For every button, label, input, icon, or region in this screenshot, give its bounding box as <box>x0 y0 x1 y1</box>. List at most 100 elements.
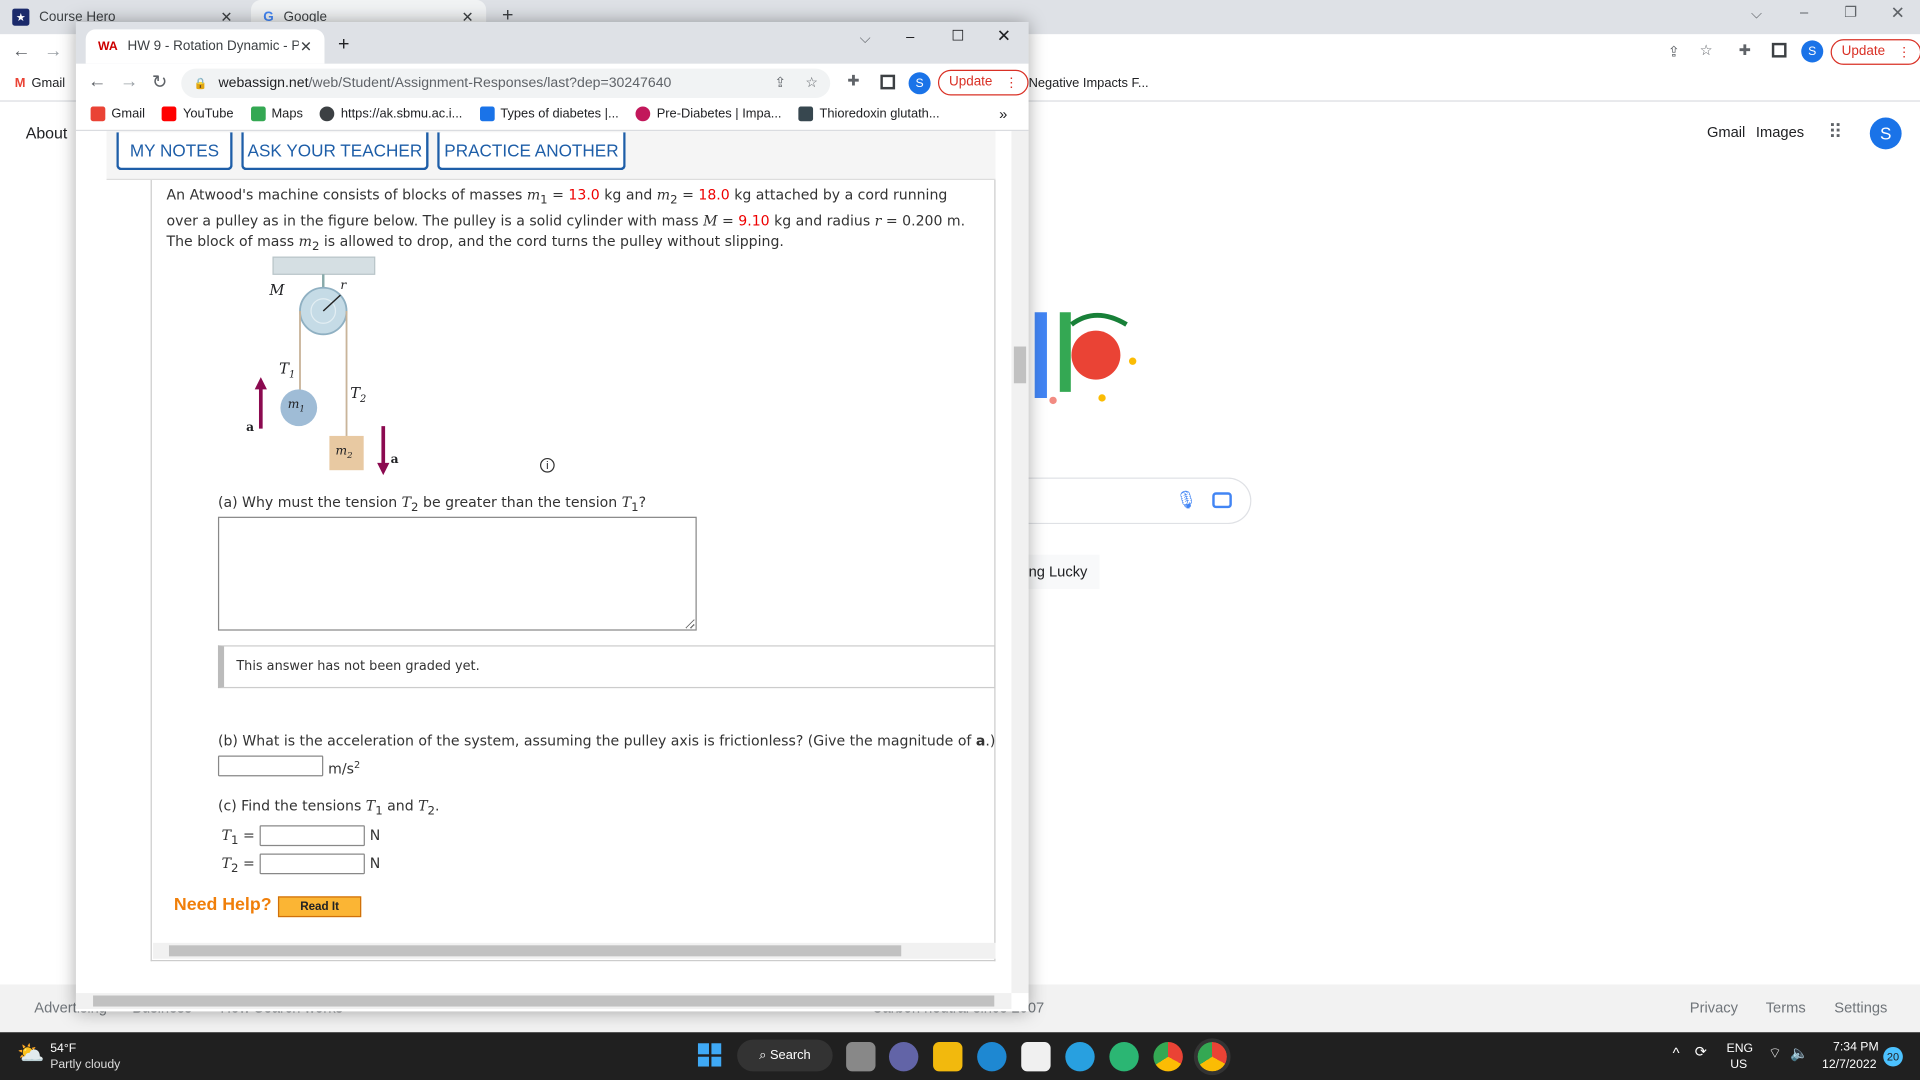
images-link[interactable]: Images <box>1756 124 1804 141</box>
minimize-button[interactable]: – <box>1800 4 1808 21</box>
tab-search-icon[interactable]: ⌵ <box>1751 5 1762 23</box>
bookmark-item[interactable]: Thioredoxin glutath... <box>798 106 940 122</box>
practice-another-button[interactable]: PRACTICE ANOTHER <box>437 132 626 171</box>
vertical-scrollbar[interactable] <box>1011 131 1029 994</box>
google-doodle[interactable] <box>1029 300 1139 410</box>
tab-search-icon[interactable]: ⌵ <box>860 29 871 47</box>
taskbar-search[interactable]: ⌕ Search <box>737 1039 833 1072</box>
star-icon[interactable]: ☆ <box>805 69 818 98</box>
weather-text[interactable]: Partly cloudy <box>50 1058 120 1071</box>
update-button[interactable]: Update ⋮ <box>937 69 1029 96</box>
temperature[interactable]: 54°F <box>50 1042 76 1055</box>
close-window-button[interactable]: ✕ <box>997 26 1011 47</box>
notification-badge[interactable]: 20 <box>1883 1046 1903 1067</box>
tab-webassign[interactable]: WA HW 9 - Rotation Dynamic - PHYS ✕ <box>85 29 325 64</box>
volume-icon[interactable]: 🔈 <box>1790 1044 1808 1061</box>
update-label: Update <box>948 74 993 90</box>
forward-icon[interactable]: → <box>44 40 62 61</box>
terms-link[interactable]: Terms <box>1766 999 1806 1016</box>
about-link[interactable]: About <box>26 124 68 142</box>
share-icon[interactable]: ⇪ <box>1668 43 1680 60</box>
bookmark-page-icon <box>798 106 814 122</box>
close-window-button[interactable]: ✕ <box>1891 2 1905 23</box>
back-icon[interactable]: ← <box>88 71 106 92</box>
webassign-icon: WA <box>97 39 118 54</box>
update-button[interactable]: Update ⋮ <box>1830 39 1920 65</box>
edge-dev-icon[interactable] <box>1109 1042 1139 1072</box>
gmail-link[interactable]: Gmail <box>1707 124 1745 141</box>
region[interactable]: US <box>1730 1058 1747 1071</box>
reload-icon[interactable]: ↻ <box>152 71 167 93</box>
label-a-up: a <box>246 421 255 435</box>
share-icon[interactable]: ⇪ <box>774 69 786 98</box>
info-icon[interactable]: i <box>540 457 555 473</box>
bookmark-label: https://ak.sbmu.ac.i... <box>340 106 463 122</box>
bookmark-item[interactable]: Types of diabetes |... <box>479 106 619 122</box>
more-bookmarks-button[interactable]: » <box>999 105 1007 122</box>
maximize-button[interactable]: ☐ <box>951 27 964 44</box>
acceleration-input[interactable] <box>217 755 324 777</box>
camera-icon[interactable] <box>1212 492 1232 509</box>
bookmark-item[interactable]: Maps <box>250 106 303 122</box>
apps-grid-icon[interactable]: ⠿ <box>1828 120 1842 144</box>
bookmark-item[interactable]: Pre-Diabetes | Impa... <box>635 106 782 122</box>
atwood-machine-figure: M r T1 T2 m1 m2 a a <box>242 255 413 488</box>
bookmark-negative-impacts[interactable]: Negative Impacts F... <box>1029 76 1149 91</box>
restore-button[interactable]: ❐ <box>1844 4 1857 21</box>
extensions-icon[interactable]: ✚ <box>847 72 859 89</box>
bookmark-label: Negative Impacts F... <box>1028 75 1149 91</box>
store-icon[interactable] <box>1021 1042 1051 1072</box>
profile-avatar[interactable]: S <box>1801 40 1824 63</box>
side-panel-icon[interactable] <box>1771 42 1787 58</box>
task-view-icon[interactable] <box>846 1042 876 1072</box>
grading-status: This answer has not been graded yet. <box>217 645 996 689</box>
google-account-avatar[interactable]: S <box>1869 117 1902 150</box>
part-a-answer-textarea[interactable] <box>217 516 697 631</box>
edge-icon[interactable] <box>977 1042 1007 1072</box>
back-icon[interactable]: ← <box>12 40 30 61</box>
feeling-lucky-button[interactable]: ng Lucky <box>1022 554 1100 589</box>
address-bar[interactable]: 🔒 webassign.net/web/Student/Assignment-R… <box>181 68 831 98</box>
inner-horizontal-scrollbar[interactable] <box>153 942 996 959</box>
file-explorer-icon[interactable] <box>933 1042 963 1072</box>
forward-icon[interactable]: → <box>120 71 138 92</box>
chevron-up-icon[interactable]: ^ <box>1673 1044 1680 1061</box>
bookmark-label: Types of diabetes |... <box>500 106 619 122</box>
settings-link[interactable]: Settings <box>1834 999 1887 1016</box>
chrome-profile-icon[interactable] <box>1193 1038 1231 1076</box>
profile-avatar[interactable]: S <box>908 72 931 95</box>
read-it-button[interactable]: Read It <box>277 896 362 918</box>
bookmark-label: Maps <box>271 106 303 122</box>
heart-icon <box>635 106 651 122</box>
microphone-icon[interactable]: 🎙 <box>1176 490 1198 511</box>
bookmark-item[interactable]: Gmail <box>90 106 145 122</box>
minimize-button[interactable]: – <box>906 28 914 45</box>
extensions-icon[interactable]: ✚ <box>1739 42 1751 59</box>
gmail-icon <box>90 106 106 122</box>
help-icon[interactable] <box>1065 1042 1095 1072</box>
t1-input[interactable] <box>259 825 365 847</box>
privacy-link[interactable]: Privacy <box>1690 999 1738 1016</box>
language[interactable]: ENG <box>1727 1042 1754 1055</box>
bookmark-gmail[interactable]: M Gmail <box>15 76 65 91</box>
ask-your-teacher-button[interactable]: ASK YOUR TEACHER <box>241 132 429 171</box>
tab-label: HW 9 - Rotation Dynamic - PHYS <box>127 39 298 54</box>
chrome-icon[interactable] <box>1153 1042 1183 1072</box>
side-panel-icon[interactable] <box>880 74 896 90</box>
teams-icon[interactable] <box>888 1042 919 1072</box>
clock-date[interactable]: 12/7/2022 <box>1822 1058 1876 1071</box>
sync-icon[interactable]: ⟳ <box>1695 1043 1707 1060</box>
start-button[interactable] <box>697 1043 722 1067</box>
close-icon[interactable]: ✕ <box>300 38 312 55</box>
bookmark-item[interactable]: YouTube <box>162 106 233 122</box>
horizontal-scrollbar[interactable] <box>75 993 1012 1009</box>
bookmark-item[interactable]: https://ak.sbmu.ac.i... <box>320 106 463 122</box>
clock-time[interactable]: 7:34 PM <box>1833 1041 1879 1054</box>
t2-input[interactable] <box>259 853 365 875</box>
need-help-label: Need Help? <box>173 895 272 915</box>
new-tab-button[interactable]: + <box>338 34 349 56</box>
wifi-icon[interactable]: ⌔ <box>1768 1044 1782 1062</box>
my-notes-button[interactable]: MY NOTES <box>116 132 233 171</box>
label-m2: m2 <box>335 444 353 461</box>
star-icon[interactable]: ☆ <box>1700 42 1713 59</box>
